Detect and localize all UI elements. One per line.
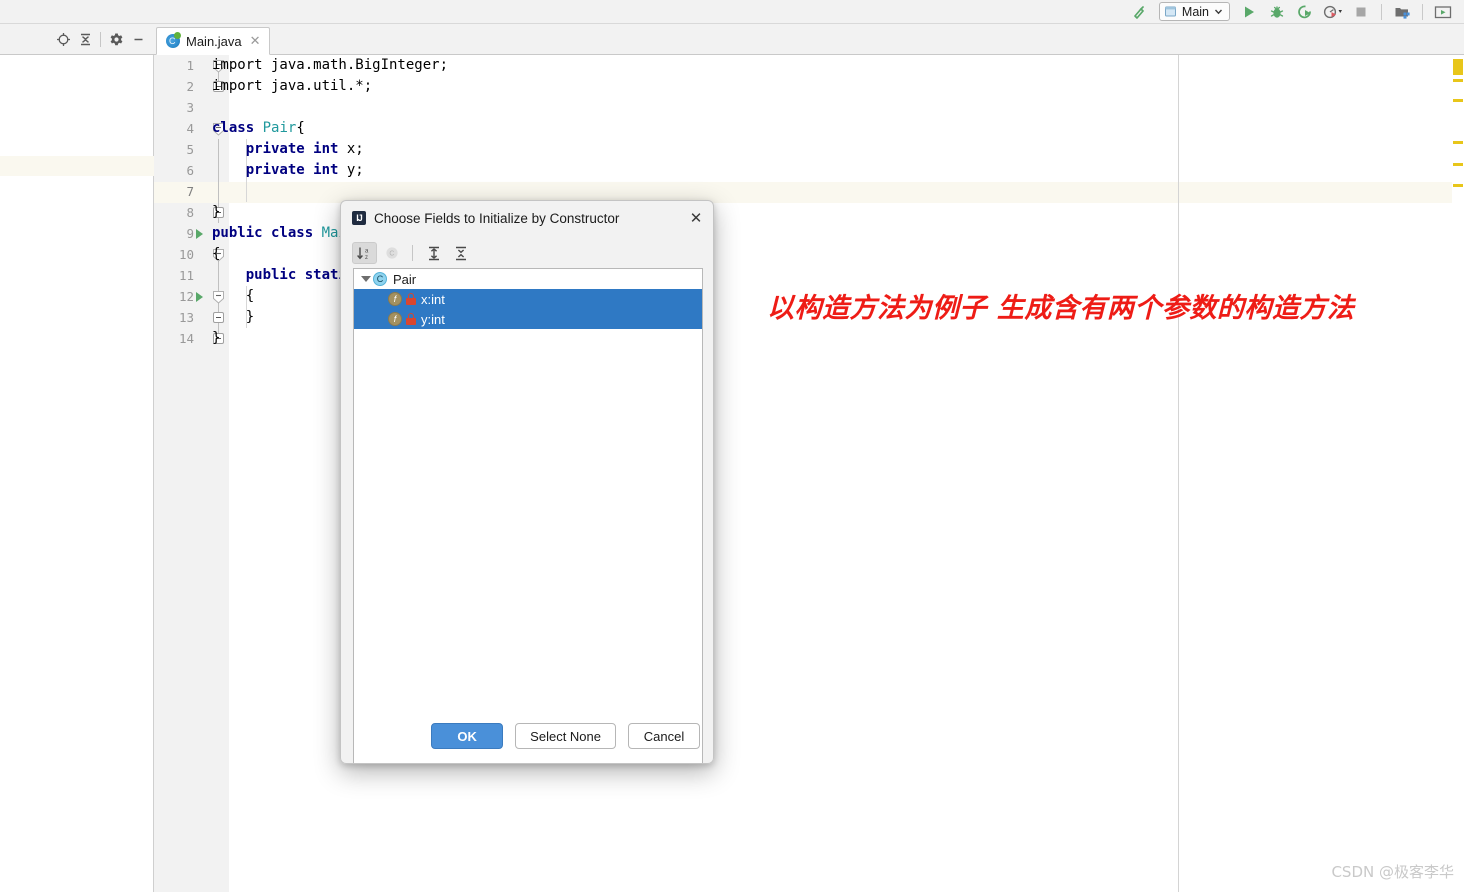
run-with-coverage-button[interactable]: [1294, 2, 1316, 22]
editor-marker-bar[interactable]: [1452, 55, 1464, 892]
marker-stripe[interactable]: [1453, 79, 1463, 82]
svg-text:z: z: [365, 255, 368, 261]
run-gutter-icon[interactable]: [196, 229, 203, 239]
project-pane-header: [0, 24, 154, 55]
code-line: }: [212, 309, 255, 325]
line-number: 12: [178, 289, 194, 304]
debug-button[interactable]: [1266, 2, 1288, 22]
pane-header-separator: [100, 31, 101, 47]
line-number: 8: [186, 205, 194, 220]
collapse-all-icon[interactable]: [448, 242, 473, 264]
field-icon: f: [388, 312, 402, 326]
project-pane-highlight: [0, 156, 154, 176]
cancel-button[interactable]: Cancel: [628, 723, 700, 749]
line-number-current: 7: [186, 184, 194, 199]
close-icon[interactable]: ✕: [687, 209, 705, 227]
run-gutter-icon[interactable]: [196, 292, 203, 302]
close-icon[interactable]: ✕: [250, 33, 261, 49]
run-config-name: Main: [1181, 4, 1209, 19]
marker-stripe[interactable]: [1453, 59, 1463, 75]
line-number: 10: [178, 247, 194, 262]
toolbar-separator-2: [1422, 3, 1423, 20]
choose-fields-dialog[interactable]: IJ Choose Fields to Initialize by Constr…: [340, 200, 714, 764]
toolbar-separator: [1381, 3, 1382, 20]
line-number: 14: [178, 331, 194, 346]
expand-all-icon[interactable]: [421, 242, 446, 264]
run-configuration-selector[interactable]: Main: [1158, 2, 1230, 21]
svg-text:C: C: [389, 251, 394, 258]
class-icon: C: [373, 272, 387, 286]
sort-alpha-icon[interactable]: a z: [352, 242, 377, 264]
run-config-icon: [1164, 5, 1177, 18]
tree-row-field[interactable]: f x:int: [354, 289, 702, 309]
line-number: 1: [186, 58, 194, 73]
locate-icon[interactable]: [53, 29, 73, 49]
dialog-button-row: OK Select None Cancel: [341, 723, 713, 749]
tab-label: Main.java: [186, 33, 242, 49]
fields-tree[interactable]: C Pair f x:int f y:int: [353, 268, 703, 763]
field-icon: f: [388, 292, 402, 306]
code-line: import java.math.BigInteger;: [212, 57, 449, 73]
tree-row-field[interactable]: f y:int: [354, 309, 702, 329]
code-line: }: [212, 330, 221, 346]
line-number: 4: [186, 121, 194, 136]
line-number: 5: [186, 142, 194, 157]
code-line: {: [212, 246, 221, 262]
dialog-title: Choose Fields to Initialize by Construct…: [374, 210, 620, 226]
layout-button[interactable]: [1432, 2, 1454, 22]
line-number: 6: [186, 163, 194, 178]
main-toolbar: Main: [0, 0, 1464, 24]
tree-class-label: Pair: [393, 271, 417, 287]
project-pane-body[interactable]: [0, 55, 154, 892]
private-lock-icon: [406, 293, 416, 305]
settings-gear-icon[interactable]: [106, 29, 126, 49]
code-line: {: [212, 288, 255, 304]
select-none-button[interactable]: Select None: [515, 723, 616, 749]
code-line: public static: [245, 267, 356, 283]
run-button[interactable]: [1238, 2, 1260, 22]
line-number: 2: [186, 79, 194, 94]
code-line: private int y;: [245, 162, 364, 178]
intellij-logo-icon: IJ: [352, 211, 366, 225]
marker-stripe[interactable]: [1453, 141, 1463, 144]
tree-field-label: x:int: [421, 291, 445, 307]
ok-button[interactable]: OK: [431, 723, 504, 749]
class-group-icon[interactable]: C: [379, 242, 404, 264]
editor-tab-bar: Main.java ✕: [154, 24, 1464, 55]
marker-stripe[interactable]: [1453, 184, 1463, 187]
tree-row-class[interactable]: C Pair: [354, 269, 702, 289]
marker-stripe[interactable]: [1453, 99, 1463, 102]
hide-icon[interactable]: [128, 29, 148, 49]
project-structure-button[interactable]: [1391, 2, 1413, 22]
dialog-title-bar: IJ Choose Fields to Initialize by Constr…: [341, 201, 713, 235]
collapse-all-icon[interactable]: [75, 29, 95, 49]
line-number: 13: [178, 310, 194, 325]
java-class-icon: [166, 32, 181, 48]
profile-button[interactable]: [1322, 2, 1344, 22]
code-line: class Pair{: [212, 120, 305, 136]
code-line: }: [212, 204, 221, 220]
svg-text:a: a: [365, 248, 369, 254]
editor-tab-main-java[interactable]: Main.java ✕: [156, 27, 270, 55]
tree-field-label: y:int: [421, 311, 445, 327]
marker-stripe[interactable]: [1453, 163, 1463, 166]
dialog-toolbar-separator: [412, 245, 413, 261]
code-line: private int x;: [245, 141, 364, 157]
build-hammer-icon[interactable]: [1129, 2, 1151, 22]
dialog-toolbar: a z C: [352, 241, 704, 265]
line-number: 3: [186, 100, 194, 115]
line-number: 9: [186, 226, 194, 241]
intellij-logo-text: IJ: [356, 212, 362, 223]
chevron-down-icon: [1214, 7, 1223, 16]
line-number: 11: [178, 268, 194, 283]
code-line: public class Main: [212, 225, 356, 241]
annotation-text: 以构造方法为例子 生成含有两个参数的构造方法: [767, 293, 1355, 324]
editor-right-separator: [1178, 55, 1179, 892]
private-lock-icon: [406, 313, 416, 325]
code-line: import java.util.*;: [212, 78, 373, 94]
stop-button[interactable]: [1350, 2, 1372, 22]
triangle-down-icon[interactable]: [359, 272, 373, 286]
watermark: CSDN @极客李华: [1331, 863, 1454, 881]
